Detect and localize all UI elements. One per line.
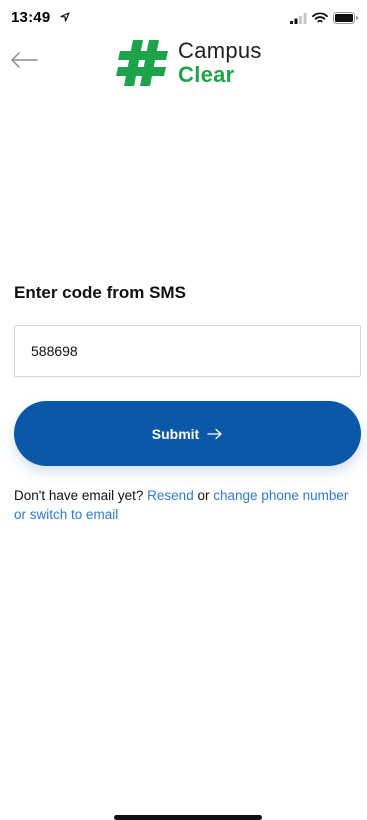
- help-text: Don't have email yet? Resend or change p…: [14, 486, 359, 524]
- status-bar: 13:49: [0, 0, 367, 36]
- arrow-right-icon: [207, 428, 222, 439]
- battery-icon: [333, 12, 358, 24]
- sms-code-input[interactable]: [14, 325, 361, 377]
- status-time: 13:49: [11, 9, 51, 26]
- sms-verification-screen: 13:49 Campus Clear Enter code from SMS 5…: [0, 0, 367, 820]
- cellular-signal-icon: [290, 12, 307, 24]
- campus-clear-logo: Campus Clear: [116, 36, 291, 90]
- status-indicators: [290, 11, 358, 25]
- resend-link[interactable]: Resend: [147, 488, 194, 503]
- submit-button-label: Submit: [151, 425, 200, 442]
- back-arrow-icon[interactable]: [9, 50, 39, 70]
- location-arrow-icon: [60, 12, 70, 22]
- page-title: Enter code from SMS: [14, 283, 186, 302]
- help-or: or: [197, 488, 210, 503]
- logo-text-campus: Campus: [178, 38, 262, 63]
- home-indicator[interactable]: [114, 815, 262, 820]
- submit-button[interactable]: Submit: [14, 401, 361, 466]
- help-prefix: Don't have email yet?: [14, 488, 144, 503]
- hashtag-logo-icon: [116, 40, 168, 86]
- logo-text-clear: Clear: [178, 62, 235, 87]
- wifi-icon: [312, 12, 328, 23]
